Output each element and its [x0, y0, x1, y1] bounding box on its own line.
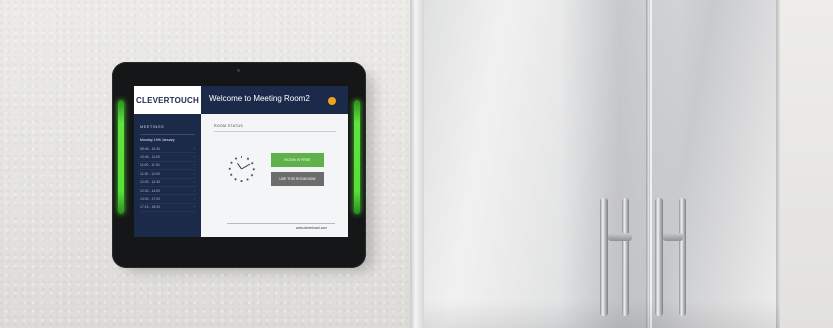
analog-clock-icon — [228, 156, 254, 182]
use-this-room-now-button[interactable]: USE THIS ROOM NOW — [271, 172, 324, 186]
slot-time: 11:00 - 11:30 — [140, 163, 160, 168]
divider — [214, 131, 336, 132]
led-strip-left — [118, 100, 124, 214]
room-status-panel: ROOM STATUS ROOM IS FREE USE THIS ROOM N… — [201, 114, 348, 237]
room-booking-tablet: CLEVERTOUCH Welcome to Meeting Room2 MEE… — [112, 62, 366, 268]
door-frame — [410, 0, 424, 328]
meeting-slot-list: 08:45 - 10:30 › 10:45 - 11:00 › 11:00 - 11… — [140, 145, 195, 213]
door-handle-right-inner[interactable] — [679, 198, 686, 316]
divider — [140, 134, 195, 135]
website-link[interactable]: www.clevertouch.com — [296, 226, 327, 230]
slot-time: 14:00 - 17:00 — [140, 197, 160, 202]
meetings-title: MEETINGS — [140, 124, 165, 129]
meeting-slot[interactable]: 17:15 - 18:00 › — [140, 204, 195, 213]
chevron-right-icon: › — [193, 180, 195, 185]
slot-time: 11:30 - 12:00 — [140, 171, 160, 176]
tablet-screen: CLEVERTOUCH Welcome to Meeting Room2 MEE… — [134, 86, 348, 237]
room-is-free-button[interactable]: ROOM IS FREE — [271, 153, 324, 167]
slot-time: 10:45 - 11:00 — [140, 155, 160, 160]
slot-time: 17:15 - 18:00 — [140, 205, 160, 210]
meeting-slot[interactable]: 11:00 - 11:30 › — [140, 162, 195, 171]
door-handle-right-outer[interactable] — [655, 198, 663, 316]
slot-time: 12:30 - 14:00 — [140, 188, 160, 193]
screen-header: CLEVERTOUCH Welcome to Meeting Room2 — [134, 86, 348, 114]
door-handle-bracket — [608, 233, 632, 241]
divider — [227, 223, 335, 224]
chevron-right-icon: › — [193, 155, 195, 160]
chevron-right-icon: › — [193, 197, 195, 202]
meetings-date: Monday 19th January — [140, 138, 175, 142]
meeting-slot[interactable]: 11:30 - 12:00 › — [140, 170, 195, 179]
meeting-slot[interactable]: 12:30 - 14:00 › — [140, 187, 195, 196]
meetings-sidebar: MEETINGS Monday 19th January 08:45 - 10:… — [134, 114, 201, 237]
chevron-right-icon: › — [193, 205, 195, 210]
meeting-slot[interactable]: 14:00 - 17:00 › — [140, 195, 195, 204]
door-seam — [646, 0, 649, 328]
wall-right — [780, 0, 833, 328]
door-seam-highlight — [650, 0, 652, 328]
door-handle-bracket-right — [663, 233, 683, 241]
slot-time: 08:45 - 10:30 — [140, 146, 160, 151]
slot-time: 12:00 - 12:30 — [140, 180, 160, 185]
chevron-right-icon: › — [193, 146, 195, 151]
led-strip-right — [354, 100, 360, 214]
brand-logo: CLEVERTOUCH — [134, 86, 201, 114]
door-handle-left-inner[interactable] — [622, 198, 629, 316]
chevron-right-icon: › — [193, 171, 195, 176]
door-handle-left-outer[interactable] — [600, 198, 608, 316]
room-status-title: ROOM STATUS — [214, 124, 244, 128]
welcome-title: Welcome to Meeting Room2 — [209, 94, 310, 103]
chevron-right-icon: › — [193, 163, 195, 168]
meeting-slot[interactable]: 12:00 - 12:30 › — [140, 179, 195, 187]
status-dot-icon[interactable] — [328, 97, 336, 105]
meeting-slot[interactable]: 08:45 - 10:30 › — [140, 145, 195, 154]
camera-icon — [237, 69, 240, 72]
chevron-right-icon: › — [193, 188, 195, 193]
meeting-slot[interactable]: 10:45 - 11:00 › — [140, 153, 195, 162]
